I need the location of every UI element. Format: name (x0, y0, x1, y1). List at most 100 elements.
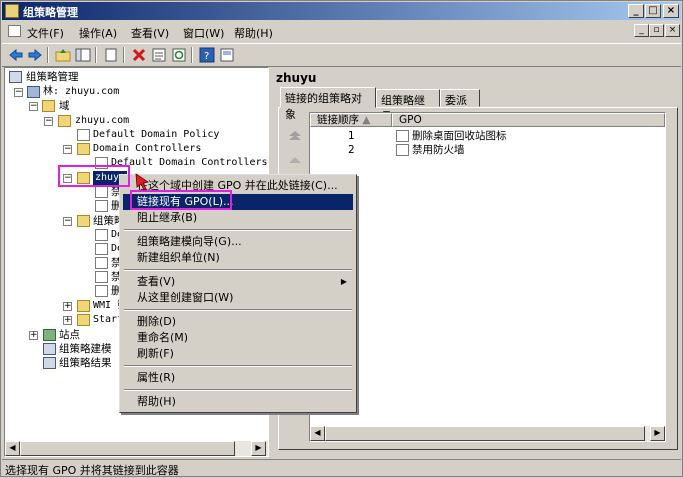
column-link-order[interactable]: 链接顺序 ▲ (310, 113, 392, 127)
expand-icon[interactable]: + (29, 331, 38, 340)
tree-gp-modeling[interactable]: 组策略建模 (59, 342, 112, 356)
annotation-box (130, 190, 232, 210)
tree-domain[interactable]: zhuyu.com (75, 114, 129, 128)
gpo-icon (95, 243, 108, 255)
close-button[interactable]: × (663, 4, 679, 18)
toolbar-separator (123, 47, 125, 63)
refresh-icon[interactable] (171, 47, 187, 63)
gpo-link-icon (396, 130, 409, 142)
gpo-container-icon (77, 215, 90, 227)
row-gpo-name: 删除桌面回收站图标 (412, 130, 507, 142)
tree-gp-results[interactable]: 组策略结果 (59, 356, 112, 370)
collapse-icon[interactable]: − (14, 88, 23, 97)
title-bar: 组策略管理 _ □ × (2, 2, 681, 20)
collapse-icon[interactable]: − (44, 117, 53, 126)
view-icon[interactable] (219, 47, 235, 63)
toolbar: ? (2, 43, 681, 67)
sort-asc-icon: ▲ (362, 114, 371, 126)
menu-separator (124, 269, 352, 271)
gpo-icon (95, 257, 108, 269)
menu-separator (124, 365, 352, 367)
help-icon[interactable]: ? (199, 47, 215, 63)
toolbar-separator (47, 47, 49, 63)
annotation-box (58, 165, 130, 187)
delete-icon[interactable] (131, 47, 147, 63)
status-text: 选择现有 GPO 并将其链接到此容器 (5, 464, 179, 477)
gpo-link-icon (95, 200, 108, 212)
scroll-left-icon[interactable]: ◀ (310, 426, 325, 441)
move-up-icon[interactable] (288, 129, 302, 141)
domains-icon (42, 100, 55, 112)
menu-modeling-wizard[interactable]: 组策略建模向导(G)... (123, 234, 353, 250)
collapse-icon[interactable]: − (29, 102, 38, 111)
tree-root[interactable]: 组策略管理 (26, 70, 79, 84)
submenu-arrow-icon: ▶ (340, 277, 347, 286)
collapse-icon[interactable]: − (63, 217, 72, 226)
menu-refresh[interactable]: 刷新(F) (123, 346, 353, 362)
status-bar: 选择现有 GPO 并将其链接到此容器 (2, 459, 681, 477)
mdi-minimize-button[interactable]: _ (634, 24, 649, 37)
tab-gp-inheritance[interactable]: 组策略继承 (376, 89, 440, 123)
table-row[interactable]: 1 删除桌面回收站图标 (310, 129, 665, 143)
forward-icon[interactable] (27, 47, 43, 63)
menu-view[interactable]: 查看(V) ▶ (123, 274, 353, 290)
menu-separator (124, 309, 352, 311)
tree-domains[interactable]: 域 (59, 99, 70, 113)
tree-hscrollbar[interactable]: ◀ ▶ (5, 441, 268, 456)
modeling-icon (43, 343, 56, 355)
move-up-one-icon[interactable] (288, 155, 302, 165)
properties-icon[interactable] (151, 47, 167, 63)
new-window-icon[interactable] (103, 47, 119, 63)
scroll-thumb[interactable] (20, 441, 235, 456)
gpo-icon (95, 229, 108, 241)
menu-file[interactable]: 文件(F) (27, 25, 64, 41)
tree-default-domain-policy[interactable]: Default Domain Policy (93, 128, 219, 142)
tree-default-dc-policy[interactable]: Default Domain Controllers Po (111, 156, 268, 170)
tree-sites[interactable]: 站点 (59, 328, 80, 342)
mdi-restore-button[interactable]: ▫ (649, 24, 664, 37)
menu-help[interactable]: 帮助(H) (234, 25, 273, 41)
menu-new-window-here[interactable]: 从这里创建窗口(W) (123, 290, 353, 306)
gpm-icon (9, 71, 22, 83)
domain-icon (58, 115, 71, 127)
expand-icon[interactable]: + (63, 302, 72, 311)
scroll-right-icon[interactable]: ▶ (251, 441, 266, 456)
show-hide-tree-icon[interactable] (75, 47, 91, 63)
row-order: 1 (348, 130, 355, 142)
scroll-left-icon[interactable]: ◀ (5, 441, 20, 456)
menu-block-inheritance[interactable]: 阻止继承(B) (123, 210, 353, 226)
column-gpo[interactable]: GPO (392, 113, 665, 127)
menu-separator (124, 229, 352, 231)
menu-separator (124, 389, 352, 391)
menu-view[interactable]: 查看(V) (131, 25, 169, 41)
list-hscrollbar[interactable]: ◀ ▶ (310, 426, 665, 441)
gpo-icon (95, 271, 108, 283)
up-folder-icon[interactable] (55, 47, 71, 63)
menu-window[interactable]: 窗口(W) (183, 25, 224, 41)
menu-help[interactable]: 帮助(H) (123, 394, 353, 410)
forest-icon (27, 86, 40, 98)
scroll-right-icon[interactable]: ▶ (650, 426, 665, 441)
menu-delete[interactable]: 删除(D) (123, 314, 353, 330)
console-icon (8, 25, 21, 37)
menu-rename[interactable]: 重命名(M) (123, 330, 353, 346)
minimize-button[interactable]: _ (628, 4, 644, 18)
collapse-icon[interactable]: − (63, 145, 72, 154)
scroll-thumb[interactable] (325, 426, 645, 441)
sites-icon (43, 329, 56, 341)
menu-new-ou[interactable]: 新建组织单位(N) (123, 250, 353, 266)
tab-delegation[interactable]: 委派 (440, 89, 480, 107)
menu-bar: 文件(F) 操作(A) 查看(V) 窗口(W) 帮助(H) (2, 22, 681, 42)
menu-properties[interactable]: 属性(R) (123, 370, 353, 386)
maximize-button[interactable]: □ (645, 4, 661, 18)
tree-domain-controllers[interactable]: Domain Controllers (93, 142, 201, 156)
tab-linked-gpos[interactable]: 链接的组策略对象 (280, 87, 376, 121)
tree-forest[interactable]: 林: zhuyu.com (43, 85, 119, 99)
table-row[interactable]: 2 禁用防火墙 (310, 143, 665, 157)
results-icon (43, 357, 56, 369)
menu-action[interactable]: 操作(A) (79, 25, 117, 41)
expand-icon[interactable]: + (63, 316, 72, 325)
back-icon[interactable] (8, 47, 24, 63)
mdi-close-button[interactable]: × (665, 24, 680, 37)
gpo-link-icon (396, 144, 409, 156)
